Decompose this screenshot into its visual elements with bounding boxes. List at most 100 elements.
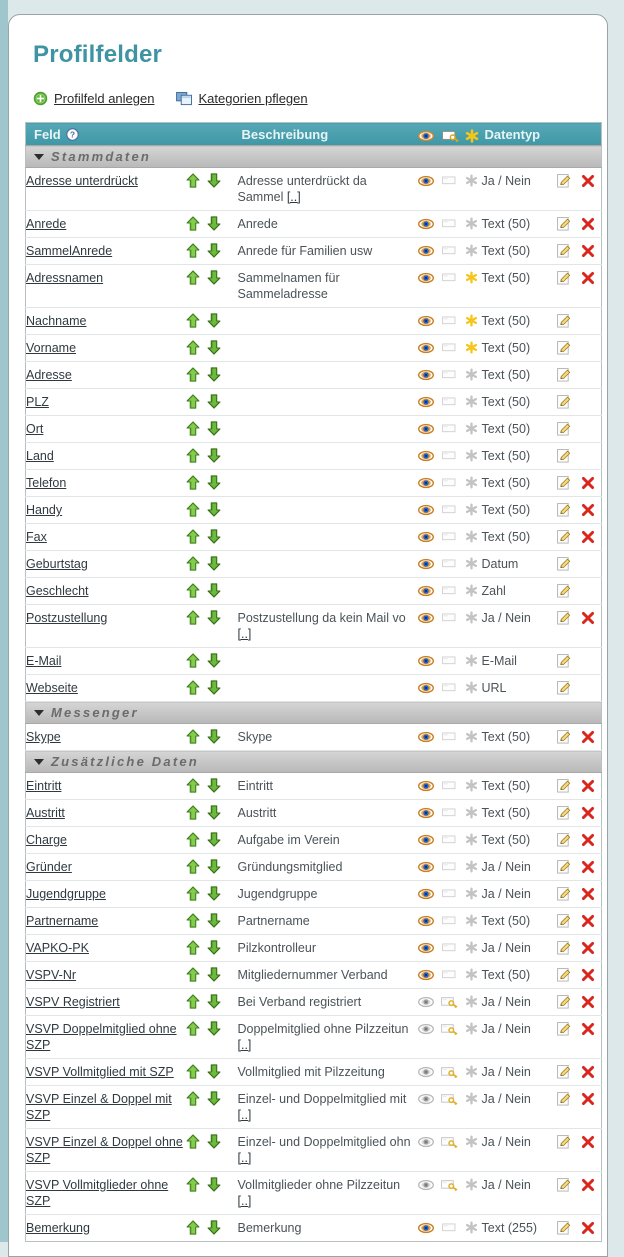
row-required-cell[interactable] — [461, 934, 482, 962]
row-visible-cell[interactable] — [413, 442, 438, 470]
row-protected-cell[interactable] — [437, 307, 462, 335]
delete-x-icon[interactable] — [581, 1135, 595, 1149]
arrow-down-icon[interactable] — [207, 778, 221, 793]
row-visible-cell[interactable] — [413, 334, 438, 362]
arrow-up-icon[interactable] — [186, 859, 200, 874]
row-delete-cell[interactable] — [575, 237, 602, 265]
arrow-down-icon[interactable] — [207, 913, 221, 928]
field-name-link[interactable]: SammelAnrede — [26, 243, 112, 259]
row-edit-cell[interactable] — [551, 442, 576, 470]
row-protected-cell[interactable] — [437, 961, 462, 989]
arrow-down-icon[interactable] — [207, 805, 221, 820]
row-protected-cell[interactable] — [437, 853, 462, 881]
row-edit-cell[interactable] — [551, 772, 576, 800]
row-visible-cell[interactable] — [413, 167, 438, 211]
row-edit-cell[interactable] — [551, 880, 576, 908]
row-delete-cell[interactable] — [575, 361, 602, 389]
row-edit-cell[interactable] — [551, 415, 576, 443]
field-name-link[interactable]: E-Mail — [26, 653, 61, 669]
row-protected-cell[interactable] — [437, 988, 462, 1016]
row-delete-cell[interactable] — [575, 880, 602, 908]
row-required-cell[interactable] — [461, 334, 482, 362]
row-required-cell[interactable] — [461, 853, 482, 881]
arrow-down-icon[interactable] — [207, 653, 221, 668]
help-icon[interactable]: ? — [65, 127, 79, 141]
field-name-link[interactable]: Bemerkung — [26, 1220, 90, 1236]
row-required-cell[interactable] — [461, 388, 482, 416]
row-visible-cell[interactable] — [413, 647, 438, 675]
arrow-up-icon[interactable] — [186, 805, 200, 820]
row-required-cell[interactable] — [461, 577, 482, 605]
row-protected-cell[interactable] — [437, 604, 462, 648]
arrow-down-icon[interactable] — [207, 680, 221, 695]
header-description[interactable]: Beschreibung — [237, 122, 414, 146]
arrow-down-icon[interactable] — [207, 216, 221, 231]
row-delete-cell[interactable] — [575, 1015, 602, 1059]
pencil-icon[interactable] — [556, 610, 571, 625]
arrow-down-icon[interactable] — [207, 1064, 221, 1079]
arrow-down-icon[interactable] — [207, 173, 221, 188]
row-delete-cell[interactable] — [575, 550, 602, 578]
row-edit-cell[interactable] — [551, 469, 576, 497]
delete-x-icon[interactable] — [581, 476, 595, 490]
row-protected-cell[interactable] — [437, 334, 462, 362]
row-visible-cell[interactable] — [413, 934, 438, 962]
row-protected-cell[interactable] — [437, 934, 462, 962]
row-protected-cell[interactable] — [437, 723, 462, 751]
pencil-icon[interactable] — [556, 475, 571, 490]
delete-x-icon[interactable] — [581, 271, 595, 285]
row-required-cell[interactable] — [461, 167, 482, 211]
arrow-up-icon[interactable] — [186, 994, 200, 1009]
field-name-link[interactable]: Anrede — [26, 216, 66, 232]
arrow-down-icon[interactable] — [207, 1220, 221, 1235]
row-required-cell[interactable] — [461, 523, 482, 551]
row-required-cell[interactable] — [461, 604, 482, 648]
row-edit-cell[interactable] — [551, 1015, 576, 1059]
row-required-cell[interactable] — [461, 550, 482, 578]
row-required-cell[interactable] — [461, 361, 482, 389]
row-edit-cell[interactable] — [551, 826, 576, 854]
arrow-down-icon[interactable] — [207, 832, 221, 847]
field-name-link[interactable]: VSPV Registriert — [26, 994, 120, 1010]
field-name-link[interactable]: Adresse unterdrückt — [26, 173, 138, 189]
pencil-icon[interactable] — [556, 313, 571, 328]
row-visible-cell[interactable] — [413, 496, 438, 524]
row-protected-cell[interactable] — [437, 523, 462, 551]
arrow-up-icon[interactable] — [186, 778, 200, 793]
row-visible-cell[interactable] — [414, 1215, 438, 1242]
row-protected-cell[interactable] — [437, 237, 462, 265]
arrow-down-icon[interactable] — [207, 940, 221, 955]
arrow-down-icon[interactable] — [207, 367, 221, 382]
arrow-down-icon[interactable] — [207, 1091, 221, 1106]
row-delete-cell[interactable] — [575, 334, 602, 362]
arrow-down-icon[interactable] — [207, 243, 221, 258]
field-name-link[interactable]: Telefon — [26, 475, 66, 491]
pencil-icon[interactable] — [556, 394, 571, 409]
header-field[interactable]: Feld ? — [25, 122, 186, 146]
delete-x-icon[interactable] — [581, 1221, 595, 1235]
field-name-link[interactable]: Jugendgruppe — [26, 886, 106, 902]
row-visible-cell[interactable] — [413, 826, 438, 854]
row-delete-cell[interactable] — [575, 647, 602, 675]
field-name-link[interactable]: Ort — [26, 421, 43, 437]
manage-categories-link[interactable]: Kategorien pflegen — [176, 91, 308, 106]
arrow-down-icon[interactable] — [207, 270, 221, 285]
row-required-cell[interactable] — [461, 307, 482, 335]
row-required-cell[interactable] — [461, 1058, 482, 1086]
row-delete-cell[interactable] — [575, 826, 602, 854]
row-edit-cell[interactable] — [551, 1128, 576, 1172]
arrow-up-icon[interactable] — [186, 340, 200, 355]
row-required-cell[interactable] — [461, 826, 482, 854]
field-name-link[interactable]: VSVP Einzel & Doppel mit SZP — [26, 1091, 186, 1123]
arrow-up-icon[interactable] — [186, 1064, 200, 1079]
header-required[interactable] — [461, 122, 482, 146]
row-visible-cell[interactable] — [413, 674, 438, 702]
field-name-link[interactable]: Adressnamen — [26, 270, 103, 286]
row-visible-cell[interactable] — [413, 1015, 438, 1059]
pencil-icon[interactable] — [556, 448, 571, 463]
field-name-link[interactable]: Charge — [26, 832, 67, 848]
expand-description-link[interactable]: [..] — [238, 627, 252, 641]
section-header-row[interactable]: Zusätzliche Daten — [25, 750, 602, 773]
row-edit-cell[interactable] — [551, 550, 576, 578]
pencil-icon[interactable] — [556, 994, 571, 1009]
